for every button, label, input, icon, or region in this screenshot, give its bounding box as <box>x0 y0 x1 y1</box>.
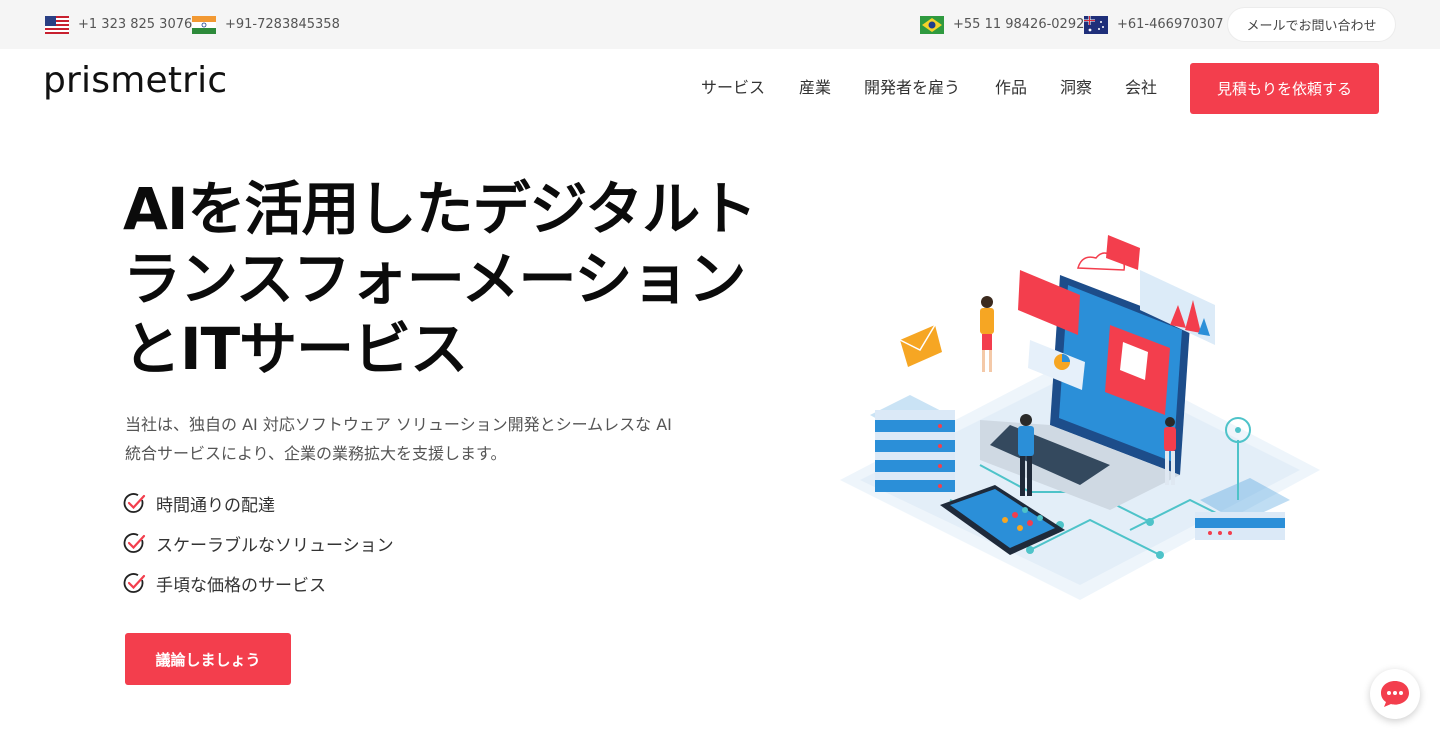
us-flag-icon <box>45 15 69 34</box>
nav-services[interactable]: サービス <box>701 74 765 98</box>
phone-australia: +61-466970307 <box>1117 17 1224 32</box>
phone-brazil: +55 11 98426-0292 <box>953 17 1085 32</box>
feature-label: スケーラブルなソリューション <box>156 536 394 556</box>
phone-us: +1 323 825 3076 <box>78 17 193 32</box>
brazil-flag-icon <box>920 15 944 34</box>
nav-insights[interactable]: 洞察 <box>1060 74 1092 98</box>
hero-title-line: ランスフォーメーション <box>123 245 746 313</box>
email-us-button[interactable]: メールでお問い合わせ <box>1228 8 1395 41</box>
request-quote-button[interactable]: 見積もりを依頼する <box>1190 63 1379 114</box>
nav-hire-developers[interactable]: 開発者を雇う <box>864 74 960 98</box>
check-circle-icon <box>123 493 146 513</box>
nav-portfolio[interactable]: 作品 <box>995 74 1027 98</box>
chat-widget-button[interactable] <box>1370 669 1420 719</box>
hero-description-line: 統合サービスにより、企業の業務拡大を支援します。 <box>125 444 507 463</box>
feature-item: スケーラブルなソリューション <box>123 531 394 556</box>
feature-item: 手頃な価格のサービス <box>123 571 326 596</box>
hero-title-line: とITサービス <box>123 315 468 383</box>
india-flag-icon <box>192 15 216 34</box>
feature-item: 時間通りの配達 <box>123 491 275 516</box>
australia-flag-icon <box>1084 15 1108 34</box>
hero-title-line: AIを活用したデジタルト <box>123 175 757 243</box>
check-circle-icon <box>123 533 146 553</box>
check-circle-icon <box>123 573 146 593</box>
hero-description-line: 当社は、独自の AI 対応ソフトウェア ソリューション開発とシームレスな AI <box>125 415 672 434</box>
contact-us[interactable]: +1 323 825 3076 <box>45 0 192 49</box>
top-contact-bar: +1 323 825 3076 +91-7283845358 +55 11 98… <box>0 0 1440 49</box>
chat-bubble-icon <box>1381 681 1409 707</box>
lets-discuss-button[interactable]: 議論しましょう <box>125 633 291 685</box>
nav-industries[interactable]: 産業 <box>799 74 831 98</box>
feature-label: 手頃な価格のサービス <box>156 576 326 596</box>
contact-brazil[interactable]: +55 11 98426-0292 <box>920 0 1084 49</box>
nav-company[interactable]: 会社 <box>1125 74 1157 98</box>
hero-description: 当社は、独自の AI 対応ソフトウェア ソリューション開発とシームレスな AI … <box>125 410 745 468</box>
contact-australia[interactable]: +61-466970307 <box>1084 0 1224 49</box>
contact-india[interactable]: +91-7283845358 <box>192 0 340 49</box>
hero-title: AIを活用したデジタルト ランスフォーメーション とITサービス <box>123 174 823 384</box>
phone-india: +91-7283845358 <box>225 17 340 32</box>
site-logo[interactable]: prismetric <box>43 60 227 101</box>
feature-label: 時間通りの配達 <box>156 496 275 516</box>
hero-illustration <box>840 235 1320 600</box>
